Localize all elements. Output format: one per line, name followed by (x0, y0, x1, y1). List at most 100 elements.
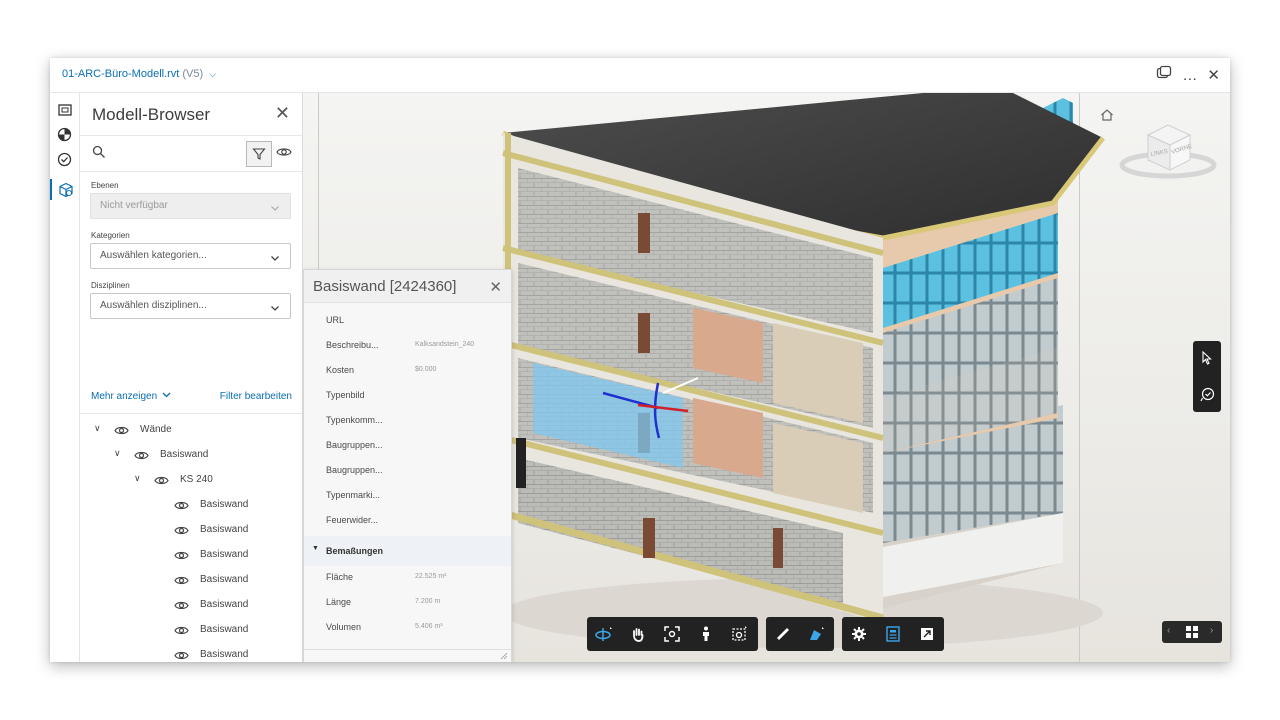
grid-view-icon[interactable] (1185, 625, 1199, 639)
tree-row[interactable]: ∨ KS 240 (80, 467, 292, 492)
property-row: Baugruppen... (304, 434, 511, 459)
categories-placeholder: Auswählen kategorien... (100, 250, 207, 261)
tree-item-label: KS 240 (180, 474, 213, 485)
more-icon[interactable]: … (1182, 67, 1197, 85)
property-row: Typenbild (304, 384, 511, 409)
issue-check-icon[interactable] (1193, 377, 1221, 411)
settings-icon[interactable] (842, 617, 876, 651)
tree-item-label: Basiswand (200, 599, 249, 610)
show-more-link[interactable]: Mehr anzeigen (91, 391, 171, 402)
chevron-down-icon (270, 300, 280, 318)
visibility-eye-icon[interactable] (114, 423, 129, 441)
tree-row[interactable]: Basiswand (80, 517, 292, 542)
toolbar-settings (842, 617, 944, 651)
chevron-down-icon (270, 250, 280, 268)
visibility-eye-icon[interactable] (174, 548, 189, 566)
toolbar-measure (766, 617, 834, 651)
levels-label: Ebenen (91, 181, 119, 190)
model-tree: ∨ Wände ∨ Basiswand ∨ KS 240 Basiswand Basiswan… (80, 413, 302, 662)
tree-row[interactable]: Basiswand (80, 642, 292, 662)
close-icon[interactable]: ✕ (1207, 67, 1220, 85)
edit-filter-link[interactable]: Filter bearbeiten (220, 391, 292, 402)
filter-icon (252, 148, 266, 160)
pager-next-icon[interactable]: › (1210, 625, 1213, 636)
filter-button[interactable] (246, 141, 272, 167)
disciplines-select[interactable]: Auswählen disziplinen... (90, 293, 291, 319)
file-name: 01-ARC-Büro-Modell.rvt (62, 68, 180, 80)
model-icon[interactable] (54, 124, 75, 145)
home-icon[interactable] (1100, 108, 1114, 127)
property-key: Typenkomm... (326, 415, 383, 425)
fit-view-icon[interactable] (655, 617, 689, 651)
resize-grip-icon (500, 652, 508, 660)
first-person-icon[interactable] (689, 617, 723, 651)
layers-icon[interactable] (1156, 65, 1172, 86)
tree-item-label: Basiswand (200, 524, 249, 535)
section-icon[interactable] (800, 617, 834, 651)
levels-value: Nicht verfügbar (100, 200, 168, 211)
chevron-down-icon[interactable]: ∨ (134, 473, 141, 484)
chevron-down-icon[interactable]: ∨ (94, 423, 101, 434)
property-value: Kalksandstein_240 (415, 341, 475, 348)
chevron-down-icon[interactable]: ∨ (114, 448, 121, 459)
property-key: Länge (326, 597, 352, 607)
model-browser-icon[interactable] (50, 179, 79, 200)
tree-row[interactable]: Basiswand (80, 567, 292, 592)
search-icon[interactable] (92, 145, 106, 164)
side-tools (1193, 341, 1221, 412)
property-row: URL (304, 309, 511, 334)
show-more-label: Mehr anzeigen (91, 391, 158, 402)
pager-prev-icon[interactable]: ‹ (1167, 625, 1170, 636)
tree-row[interactable]: Basiswand (80, 617, 292, 642)
tree-row[interactable]: ∨ Wände (80, 417, 292, 442)
properties-panel: Basiswand [2424360] ✕ URL Beschreibu... Ka… (303, 269, 512, 662)
tree-row[interactable]: Basiswand (80, 542, 292, 567)
visibility-eye-icon[interactable] (134, 448, 149, 466)
select-cursor-icon[interactable] (1193, 341, 1221, 375)
tree-row[interactable]: ∨ Basiswand (80, 442, 292, 467)
property-key: Baugruppen... (326, 465, 383, 475)
tool-rail (50, 93, 80, 662)
property-value: 5.406 m³ (415, 623, 443, 630)
property-row: Länge 7.200 m (304, 591, 511, 616)
sheets-icon[interactable] (54, 99, 75, 120)
tree-item-label: Wände (140, 424, 172, 435)
fullscreen-icon[interactable] (910, 617, 944, 651)
tree-item-label: Basiswand (200, 499, 249, 510)
viewer-window: 01-ARC-Büro-Modell.rvt (V5) ⌵ … ✕ Modell-B… (50, 58, 1230, 662)
close-icon[interactable]: ✕ (275, 103, 290, 124)
property-row: Fläche 22.525 m² (304, 566, 511, 591)
visibility-eye-icon[interactable] (154, 473, 169, 491)
properties-icon[interactable] (876, 617, 910, 651)
property-key: Feuerwider... (326, 515, 379, 525)
visibility-eye-icon[interactable] (174, 623, 189, 641)
resize-grip[interactable] (304, 649, 511, 662)
property-value: 7.200 m (415, 598, 441, 605)
property-key: URL (326, 315, 345, 325)
issues-icon[interactable] (54, 149, 75, 170)
file-name-dropdown[interactable]: 01-ARC-Büro-Modell.rvt (V5) ⌵ (62, 68, 216, 80)
visibility-eye-icon[interactable] (174, 573, 189, 591)
pan-icon[interactable] (621, 617, 655, 651)
visibility-eye-icon[interactable] (276, 145, 292, 163)
property-key: Typenmarki... (326, 490, 381, 500)
visibility-eye-icon[interactable] (174, 498, 189, 516)
orbit-icon[interactable] (587, 617, 621, 651)
file-version: (V5) (182, 68, 204, 80)
view-cube[interactable]: LINKS VORNE (1118, 115, 1218, 190)
close-icon[interactable]: ✕ (489, 278, 502, 296)
measure-icon[interactable] (766, 617, 800, 651)
property-row: Beschreibu... Kalksandstein_240 (304, 334, 511, 359)
categories-select[interactable]: Auswählen kategorien... (90, 243, 291, 269)
chevron-down-icon (162, 392, 171, 398)
search-row (80, 135, 302, 172)
visibility-eye-icon[interactable] (174, 598, 189, 616)
visibility-eye-icon[interactable] (174, 523, 189, 541)
tree-row[interactable]: Basiswand (80, 492, 292, 517)
property-key: Kosten (326, 365, 355, 375)
tree-row[interactable]: Basiswand (80, 592, 292, 617)
visibility-eye-icon[interactable] (174, 648, 189, 662)
section-dimensions[interactable]: ▼ Bemaßungen (304, 536, 511, 566)
view-pager[interactable]: ‹ › (1162, 621, 1222, 643)
camera-icon[interactable] (723, 617, 757, 651)
